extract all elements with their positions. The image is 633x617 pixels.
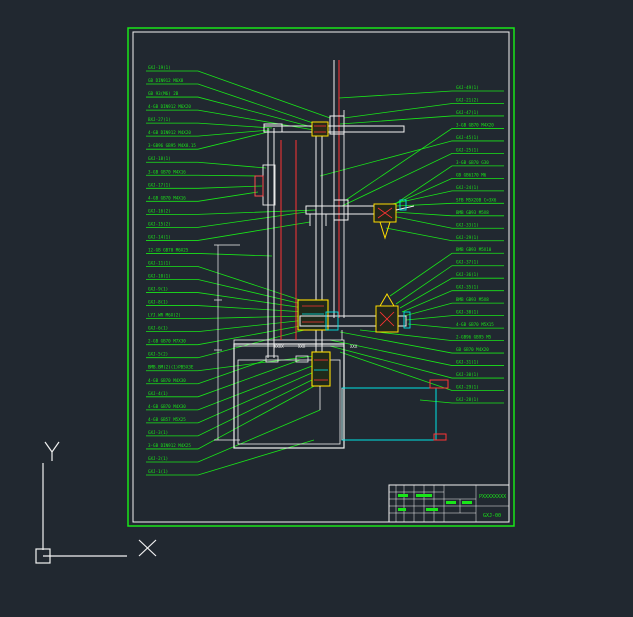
lower-slide-assembly [297, 293, 411, 340]
svg-text:XXX: XXX [298, 344, 306, 349]
left-part-label: 12-GB GB70 M6X25 [148, 247, 189, 252]
left-part-label: GXJ-2(1) [148, 456, 168, 461]
left-part-label: GXJ-9(1) [148, 287, 168, 292]
right-leader-line [339, 351, 504, 391]
left-part-label: 4-GB DIN912 M6X20 [148, 104, 191, 109]
left-part-label: 4-GB DIN912 M4X20 [148, 130, 191, 135]
right-part-label: GB GB6170 M6 [456, 172, 487, 177]
right-part-label: GXJ-33(1) [456, 222, 479, 227]
right-leader-line [395, 202, 504, 207]
left-part-label: 3-GB DIN912 M4X25 [148, 443, 191, 448]
right-part-label: GXJ-28(1) [456, 397, 479, 402]
right-part-label: GXJ-29(1) [456, 385, 479, 390]
left-leader-line [146, 209, 317, 215]
right-part-label: GXJ-36(1) [456, 272, 479, 277]
right-part-label: BMB GB93 M5X10 [456, 247, 492, 252]
title-block: PXXXXXXXX GXJ-00 [388, 484, 510, 523]
left-part-label: GXJ-4(1) [148, 391, 168, 396]
left-leader-line [146, 266, 301, 301]
right-part-label: GXJ-47(1) [456, 110, 479, 115]
right-part-label: GXJ-37(1) [456, 260, 479, 265]
ucs-icon [35, 441, 157, 564]
left-leader-line [146, 174, 263, 177]
right-part-label: GXJ-25(1) [456, 147, 479, 152]
right-part-label: GXJ-24(1) [456, 185, 479, 190]
height-dimension [214, 244, 240, 441]
left-part-label: BXJ-27(1) [148, 117, 171, 122]
right-part-label: GXJ-30(1) [456, 310, 479, 315]
svg-text:XXX: XXX [350, 344, 358, 349]
right-part-label: GXJ-49(1) [456, 85, 479, 90]
right-part-label: GXJ-30(1) [456, 372, 479, 377]
title-block-code: GXJ-00 [483, 513, 501, 519]
right-leader-line [405, 315, 504, 321]
right-part-label: GXJ-35(1) [456, 285, 479, 290]
left-leader-line [146, 122, 273, 129]
left-part-label: GXJ-1(1) [148, 469, 168, 474]
right-leader-line [385, 227, 504, 242]
right-part-label: BMB GB93 M5X8 [456, 297, 489, 302]
right-part-label: GB GB70 M4X20 [456, 347, 489, 352]
assembly-drawing: GXJ-19(1) GB DIN912 M6X8 GB 93(M6) 2B 4-GB … [35, 27, 515, 564]
left-part-label: GXJ-18(1) [148, 156, 171, 161]
right-leader-line [391, 215, 504, 229]
left-leader-line [146, 319, 307, 333]
left-part-label: 2-GB GB70 M7X30 [148, 339, 186, 344]
left-part-label: 4-GB GB70 M4X16 [148, 195, 186, 200]
left-part-label: GXJ-15(2) [148, 221, 171, 226]
left-part-label: GXJ-10(1) [148, 274, 171, 279]
left-part-label: 3-GB96 GB95 M4X8.15 [148, 143, 196, 148]
left-part-label: GXJ-17(1) [148, 182, 171, 187]
left-part-label: 4-GB GB57 M5X25 [148, 417, 186, 422]
right-part-label: 2-GB96 GB95 M5 [456, 335, 492, 340]
left-part-label: 3-GB GB70 M4X16 [148, 169, 186, 174]
left-part-label: GXJ-14(1) [148, 234, 171, 239]
left-part-label: 4-GB GB70 M4X30 [148, 404, 186, 409]
left-part-label: GB DIN912 M6X8 [148, 78, 184, 83]
right-leader-line [389, 252, 504, 297]
svg-text:XXXX: XXXX [274, 344, 284, 349]
right-part-label: 3-GB GB70 M4X20 [456, 122, 494, 127]
left-part-label: GXJ-3(1) [148, 430, 168, 435]
left-part-labels: GXJ-19(1) GB DIN912 M6X8 GB 93(M6) 2B 4-GB … [148, 65, 196, 474]
left-leader-line [146, 253, 273, 257]
left-part-label: LYJ.WR M6X(2) [148, 313, 181, 318]
right-part-label: GXJ-21(2) [456, 97, 479, 102]
right-part-label: 3-GB GB70 G30 [456, 160, 489, 165]
title-block-name: PXXXXXXXX [479, 494, 506, 500]
left-leader-line [146, 161, 267, 169]
right-part-label: GXJ-31(1) [456, 360, 479, 365]
left-part-label: GXJ-19(1) [148, 65, 171, 70]
right-part-label: 4-GB GB70 M5X15 [456, 322, 494, 327]
left-part-label: GXJ-8(1) [148, 300, 168, 305]
left-part-label: GXJ-16(2) [148, 208, 171, 213]
left-leader-line [146, 305, 307, 313]
left-part-label: GXJ-11(1) [148, 260, 171, 265]
right-part-label: SFB M5X20B C=3X6 [456, 197, 497, 202]
left-part-label: GXJ-6(1) [148, 326, 168, 331]
right-part-label: GXJ-45(1) [456, 135, 479, 140]
left-part-label: BMB.BM(2)(1)PB5X3E [148, 365, 194, 370]
right-leader-line [338, 90, 504, 99]
right-part-labels: GXJ-49(1) GXJ-21(2) GXJ-47(1) 3-GB GB70 M4X… [456, 85, 497, 402]
cad-viewport[interactable]: GXJ-19(1) GB DIN912 M6X8 GB 93(M6) 2B 4-GB … [0, 0, 633, 613]
left-leader-line [146, 279, 303, 305]
right-part-label: GXJ-29(1) [456, 235, 479, 240]
left-part-label: 4-GB GB70 M4X30 [148, 378, 186, 383]
left-part-label: GXJ-5(2) [148, 352, 168, 357]
left-part-label: GB 93(M6) 2B [148, 91, 179, 96]
left-leader-line [146, 109, 315, 131]
right-part-label: BMB GB93 M5X8 [456, 210, 489, 215]
right-leader-line [319, 140, 504, 177]
